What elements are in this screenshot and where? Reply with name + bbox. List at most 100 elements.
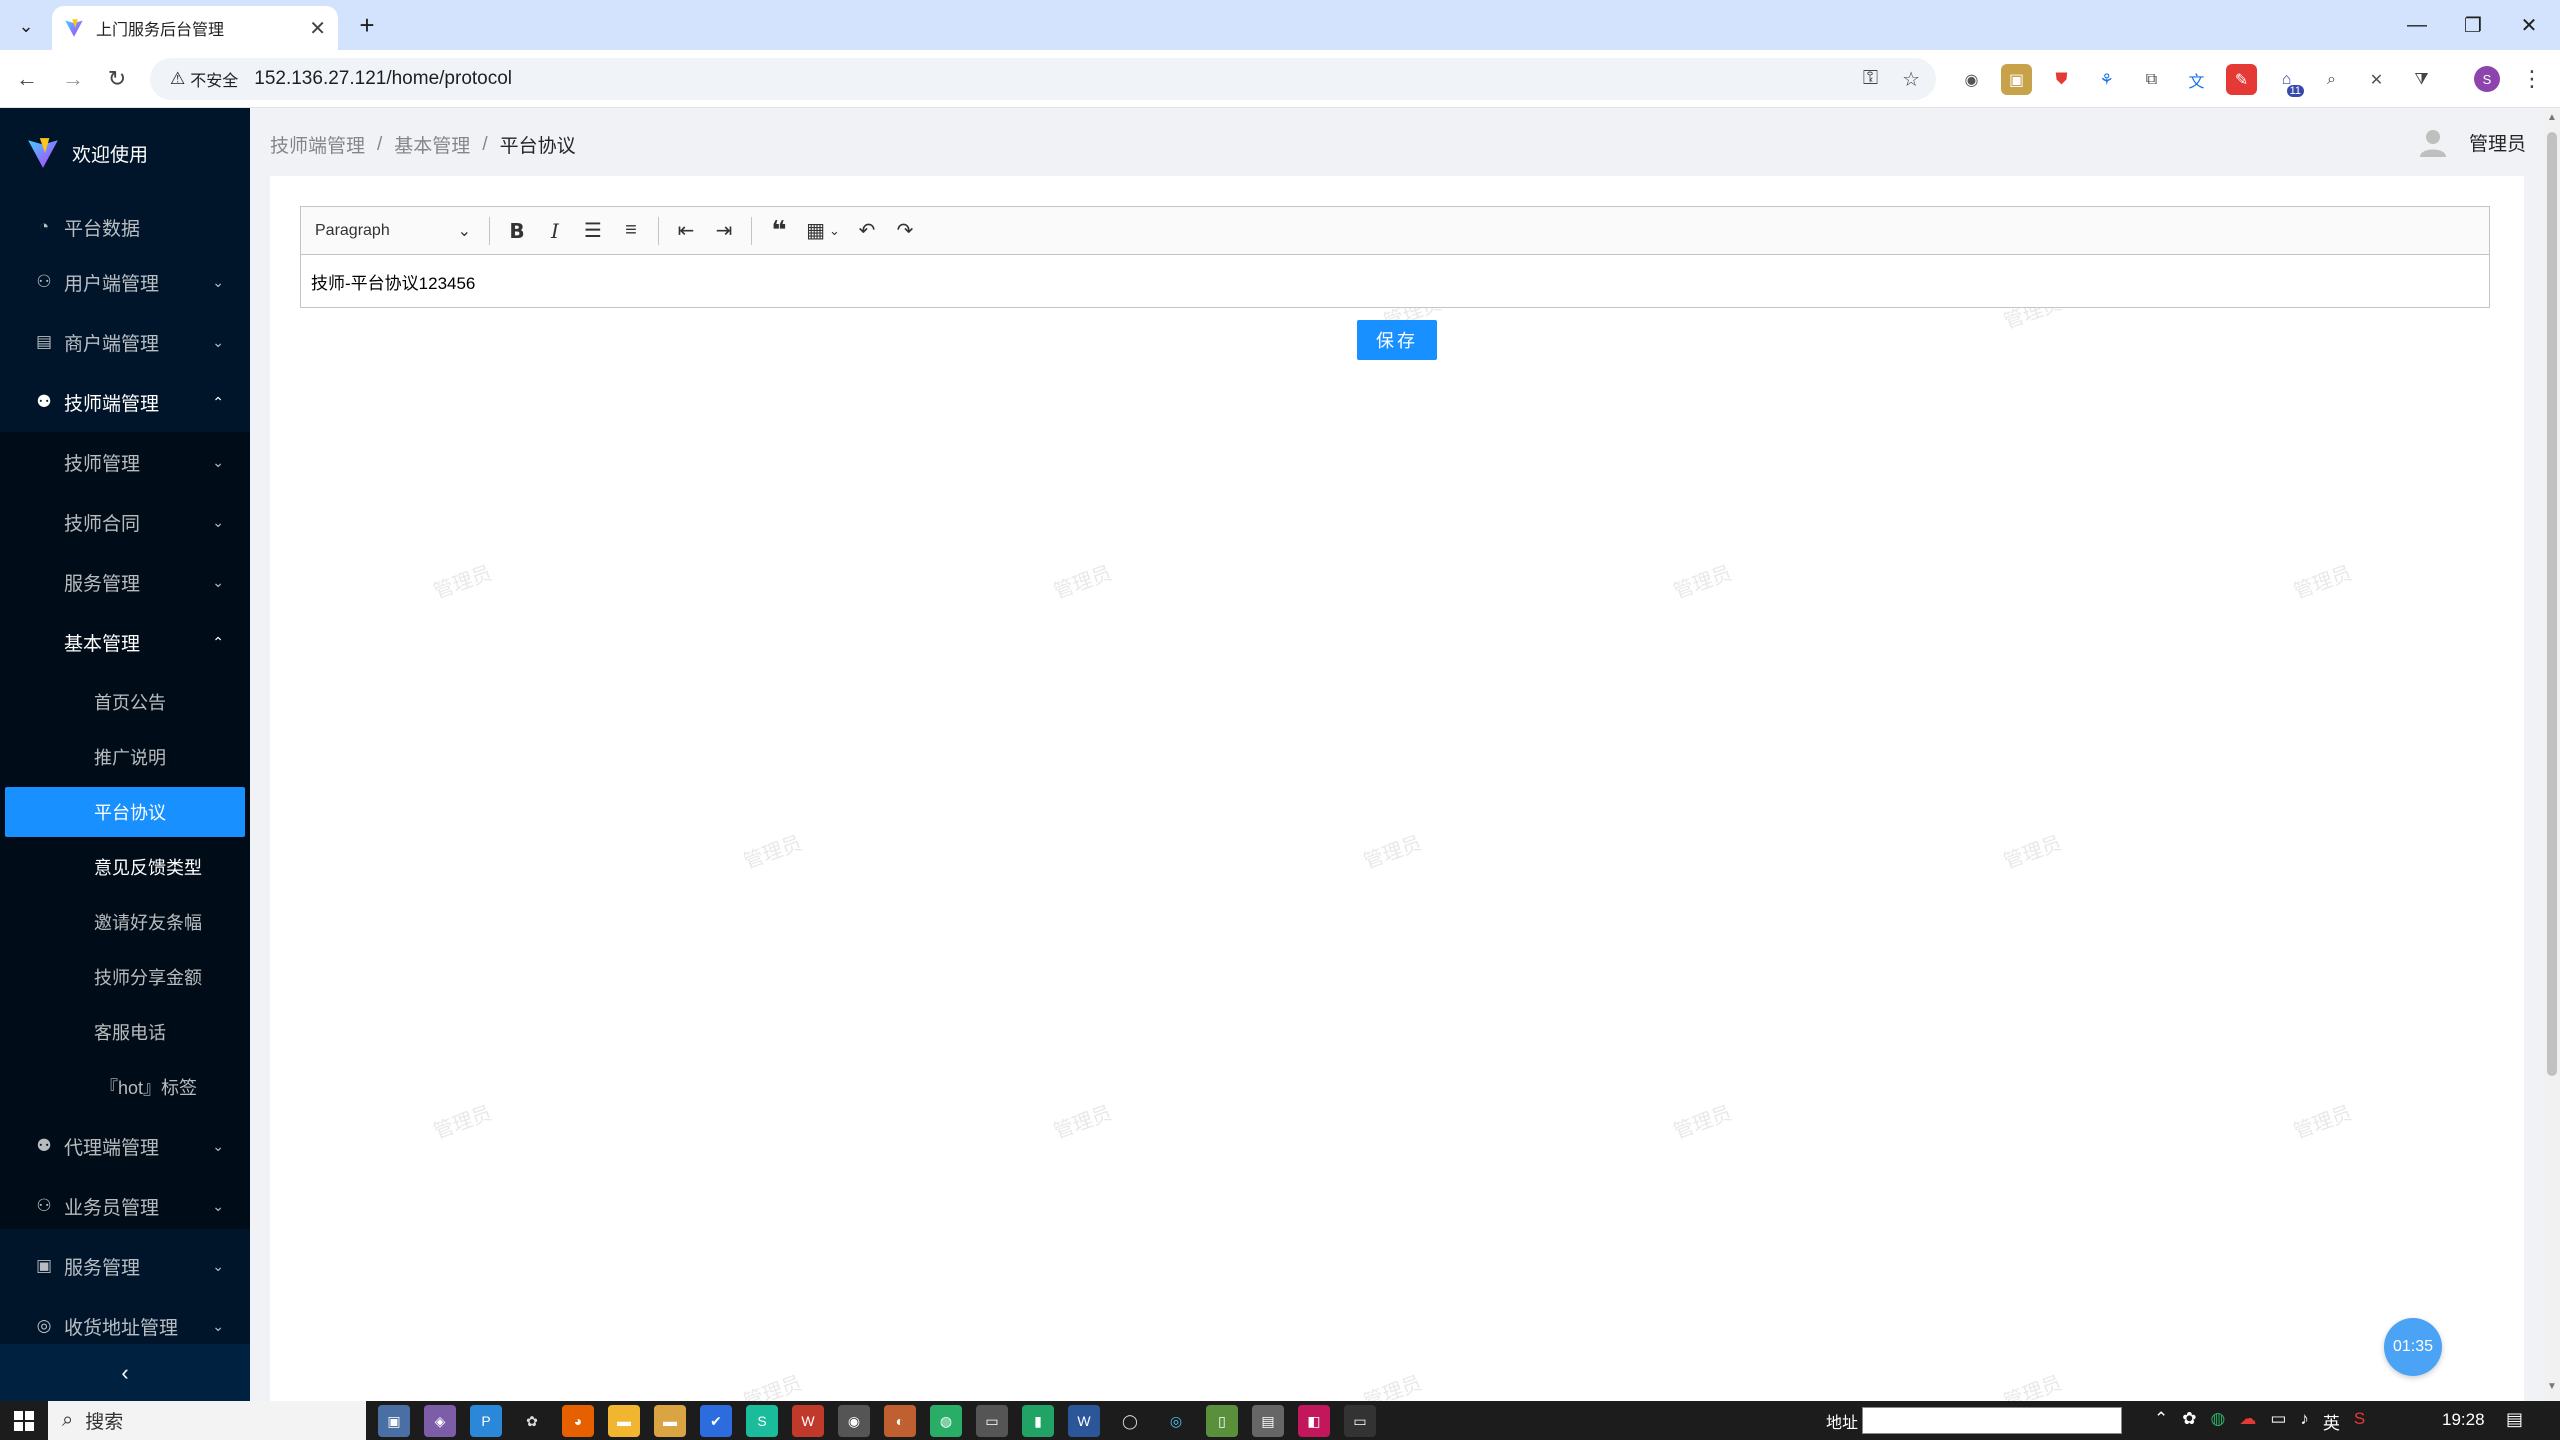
app-icon[interactable]: ▮ [1022, 1405, 1054, 1437]
app-icon[interactable]: ▭ [976, 1405, 1008, 1437]
sidebar-leaf-promo-info[interactable]: 推广说明 [0, 732, 250, 782]
address-bar[interactable]: ⚠ 不安全 152.136.27.121/home/protocol ⚿ ☆ [150, 58, 1936, 100]
bold-icon[interactable]: B [498, 214, 536, 248]
app-icon[interactable]: ✔ [700, 1405, 732, 1437]
ide-icon[interactable]: ◧ [1298, 1405, 1330, 1437]
timer-bubble[interactable]: 01:35 [2384, 1318, 2442, 1376]
home-extension-icon[interactable]: ⌂ 11 [2271, 64, 2304, 97]
outdent-icon[interactable]: ⇤ [667, 214, 705, 248]
chat-icon[interactable]: ◯ [1114, 1405, 1146, 1437]
password-key-icon[interactable]: ⚿ [1863, 67, 1878, 92]
editor-content[interactable]: 技师-平台协议123456 [311, 255, 475, 308]
scrollbar-thumb[interactable] [2547, 132, 2557, 1076]
tray-expand-icon[interactable]: ⌃ [2154, 1409, 2168, 1434]
profile-avatar[interactable]: S [2474, 66, 2500, 92]
security-chip[interactable]: ⚠ 不安全 [162, 63, 246, 95]
tab-close-icon[interactable]: ✕ [309, 16, 326, 41]
app-icon[interactable]: ◈ [424, 1405, 456, 1437]
x-extension-icon[interactable]: ✕ [2361, 64, 2392, 95]
breadcrumb-item[interactable]: 基本管理 [394, 131, 470, 158]
sidebar-item-salesman-mgmt[interactable]: ⚇ 业务员管理 ⌄ [0, 1176, 250, 1236]
table-icon[interactable]: ▦ ⌄ [798, 214, 848, 248]
redo-icon[interactable]: ↷ [886, 214, 924, 248]
wechat-icon[interactable]: ◍ [930, 1405, 962, 1437]
taskbar-address-input[interactable] [1862, 1407, 2122, 1434]
window-close-icon[interactable]: ✕ [2504, 8, 2554, 42]
translate-extension-icon[interactable]: 文 [2181, 64, 2212, 95]
puzzle-extensions-icon[interactable]: ⧩ [2406, 64, 2437, 95]
terminal-icon[interactable]: ▭ [1344, 1405, 1376, 1437]
shield-extension-icon[interactable]: ⛊ [2046, 64, 2077, 95]
chrome-icon[interactable]: ◉ [838, 1405, 870, 1437]
start-button[interactable] [0, 1401, 48, 1440]
reload-icon[interactable]: ↻ [100, 62, 134, 96]
url-text[interactable]: 152.136.27.121/home/protocol [254, 68, 512, 90]
sidebar-leaf-home-notice[interactable]: 首页公告 [0, 677, 250, 727]
wps-icon[interactable]: W [792, 1405, 824, 1437]
folder-icon[interactable]: ▬ [608, 1405, 640, 1437]
cloud-tray-icon[interactable]: ☁ [2239, 1409, 2256, 1434]
new-tab-icon[interactable]: + [352, 10, 382, 40]
back-icon[interactable]: ← [10, 62, 44, 96]
breadcrumb-item[interactable]: 技师端管理 [270, 131, 365, 158]
sidebar-item-user-mgmt[interactable]: ⚇ 用户端管理 ⌄ [0, 252, 250, 312]
folder-icon[interactable]: ▬ [654, 1405, 686, 1437]
notification-icon[interactable]: ▤ [2506, 1409, 2523, 1430]
sidebar-item-tech-service-mgmt[interactable]: 服务管理 ⌄ [0, 555, 250, 609]
forward-icon[interactable]: → [56, 62, 90, 96]
wechat-tray-icon[interactable]: ◍ [2211, 1409, 2226, 1434]
volume-icon[interactable]: ♪ [2300, 1409, 2309, 1434]
sidebar-leaf-platform-protocol[interactable]: 平台协议 [5, 787, 245, 837]
italic-icon[interactable]: I [536, 214, 574, 248]
sidebar-item-tech-contract[interactable]: 技师合同 ⌄ [0, 495, 250, 549]
app-icon[interactable]: ✿ [516, 1405, 548, 1437]
sidebar-item-technician-mgmt[interactable]: ⚉ 技师端管理 ⌃ [0, 372, 250, 432]
tab-search-chevron-icon[interactable]: ⌄ [12, 12, 40, 40]
taskbar-clock[interactable]: 19:28 [2442, 1410, 2485, 1430]
ime-indicator[interactable]: 英 [2323, 1409, 2340, 1434]
minimize-icon[interactable]: — [2392, 8, 2442, 42]
sidebar-leaf-hot-tag[interactable]: 『hot』标签 [0, 1062, 250, 1112]
image-extension-icon[interactable]: ▣ [2001, 64, 2032, 95]
copy-extension-icon[interactable]: ⧉ [2136, 64, 2167, 95]
network-icon[interactable]: ▭ [2270, 1409, 2286, 1434]
user-menu[interactable]: 管理员 [2417, 126, 2526, 158]
page-scrollbar[interactable]: ▲ ▼ [2544, 108, 2560, 1401]
sidebar-item-basic-mgmt[interactable]: 基本管理 ⌃ [0, 615, 250, 669]
sidebar-leaf-invite-banner[interactable]: 邀请好友条幅 [0, 897, 250, 947]
app-icon[interactable]: ▤ [1252, 1405, 1284, 1437]
search-extension-icon[interactable]: ⌕ [2316, 64, 2347, 95]
scroll-up-arrow-icon[interactable]: ▲ [2544, 112, 2560, 128]
app-icon[interactable]: ◐ [884, 1405, 916, 1437]
sidebar-leaf-feedback-type[interactable]: 意见反馈类型 [0, 842, 250, 892]
app-icon[interactable]: ▯ [1206, 1405, 1238, 1437]
app-icon[interactable]: P [470, 1405, 502, 1437]
share-extension-icon[interactable]: ⚘ [2091, 64, 2122, 95]
sidebar-item-service-mgmt[interactable]: ▣ 服务管理 ⌄ [0, 1236, 250, 1296]
sidebar-item-tech-mgmt[interactable]: 技师管理 ⌄ [0, 435, 250, 489]
scroll-down-arrow-icon[interactable]: ▼ [2544, 1381, 2560, 1397]
app-icon[interactable]: ▣ [378, 1405, 410, 1437]
undo-icon[interactable]: ↶ [848, 214, 886, 248]
firefox-icon[interactable]: ◕ [562, 1405, 594, 1437]
bulleted-list-icon[interactable]: ☰ [574, 214, 612, 248]
app-icon[interactable]: S [746, 1405, 778, 1437]
sogou-icon[interactable]: S [2354, 1409, 2365, 1434]
browser-menu-icon[interactable]: ⋮ [2520, 64, 2544, 94]
tray-app-icon[interactable]: ✿ [2182, 1409, 2196, 1434]
sidebar-collapse-button[interactable]: ‹ [0, 1344, 250, 1401]
numbered-list-icon[interactable]: ≡ [612, 214, 650, 248]
taskbar-search[interactable]: ⌕ 搜索 [48, 1401, 366, 1440]
camera-extension-icon[interactable]: ◉ [1956, 64, 1987, 95]
word-icon[interactable]: W [1068, 1405, 1100, 1437]
heading-select[interactable]: Paragraph ⌄ [309, 214, 481, 248]
save-button[interactable]: 保存 [1357, 320, 1437, 360]
sidebar-item-merchant-mgmt[interactable]: ▤ 商户端管理 ⌄ [0, 312, 250, 372]
sidebar-item-agent-mgmt[interactable]: ⚉ 代理端管理 ⌄ [0, 1116, 250, 1176]
indent-icon[interactable]: ⇥ [705, 214, 743, 248]
blockquote-icon[interactable]: ❝ [760, 214, 798, 248]
browser-tab[interactable]: 上门服务后台管理 ✕ [52, 6, 338, 50]
sidebar-leaf-share-amount[interactable]: 技师分享金额 [0, 952, 250, 1002]
app-icon[interactable]: ◎ [1160, 1405, 1192, 1437]
restore-icon[interactable]: ❐ [2448, 8, 2498, 42]
